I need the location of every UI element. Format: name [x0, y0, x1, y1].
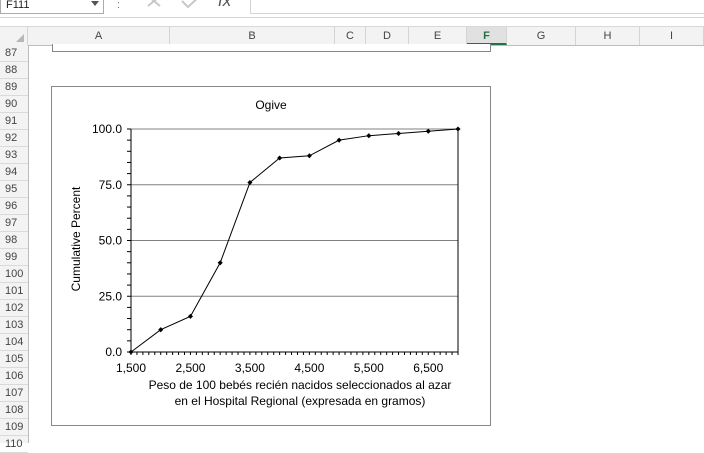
- row-header-87[interactable]: 87: [0, 45, 28, 62]
- row-header-94[interactable]: 94: [0, 164, 28, 181]
- y-tick-label: 75.0: [99, 178, 123, 192]
- row-header-99[interactable]: 99: [0, 249, 28, 266]
- row-header-89[interactable]: 89: [0, 79, 28, 96]
- row-header-92[interactable]: 92: [0, 130, 28, 147]
- x-tick-label: 3,500: [235, 361, 265, 375]
- row-header-103[interactable]: 103: [0, 317, 28, 334]
- row-header-102[interactable]: 102: [0, 300, 28, 317]
- column-header-i[interactable]: I: [640, 27, 704, 45]
- row-header-88[interactable]: 88: [0, 62, 28, 79]
- data-point: [455, 126, 461, 132]
- x-icon[interactable]: [147, 0, 161, 7]
- formula-buttons: fx: [134, 0, 248, 14]
- formula-input[interactable]: [250, 0, 704, 14]
- ogive-chart[interactable]: Ogive Cumulative Percent Peso de 100 beb…: [51, 86, 491, 426]
- column-header-b[interactable]: B: [170, 27, 335, 45]
- x-tick-label: 4,500: [294, 361, 324, 375]
- column-header: ABCDEFGHI: [0, 26, 704, 46]
- row-header-108[interactable]: 108: [0, 402, 28, 419]
- y-tick-label: 0.0: [105, 345, 122, 359]
- column-header-a[interactable]: A: [28, 27, 170, 45]
- column-header-h[interactable]: H: [576, 27, 640, 45]
- row-header-93[interactable]: 93: [0, 147, 28, 164]
- x-tick-label: 6,500: [413, 361, 443, 375]
- x-axis-label: Peso de 100 bebés recién nacidos selecci…: [149, 378, 452, 392]
- y-tick-label: 50.0: [99, 234, 123, 248]
- x-tick-label: 1,500: [116, 361, 146, 375]
- row-header-109[interactable]: 109: [0, 419, 28, 436]
- name-box[interactable]: F111: [0, 0, 104, 14]
- row-header-90[interactable]: 90: [0, 96, 28, 113]
- row-header-105[interactable]: 105: [0, 351, 28, 368]
- column-header-g[interactable]: G: [507, 27, 576, 45]
- fx-icon[interactable]: fx: [218, 0, 232, 10]
- x-tick-label: 2,500: [175, 361, 205, 375]
- row-header-100[interactable]: 100: [0, 266, 28, 283]
- row-header-106[interactable]: 106: [0, 368, 28, 385]
- column-header-c[interactable]: C: [335, 27, 366, 45]
- data-point: [187, 313, 194, 319]
- row-header-91[interactable]: 91: [0, 113, 28, 130]
- chevron-down-icon[interactable]: [91, 1, 99, 6]
- data-point: [336, 137, 342, 143]
- data-point: [395, 130, 402, 137]
- chart-title: Ogive: [255, 98, 287, 112]
- row-header-95[interactable]: 95: [0, 181, 28, 198]
- row-header-110[interactable]: 110: [0, 436, 28, 453]
- formula-bar-separator: :: [117, 0, 121, 11]
- y-tick-label: 25.0: [99, 289, 123, 303]
- x-axis-label-line-2: en el Hospital Regional (expresada en gr…: [175, 394, 426, 408]
- row-header-97[interactable]: 97: [0, 215, 28, 232]
- chart-canvas: Ogive Cumulative Percent Peso de 100 beb…: [69, 98, 461, 408]
- column-header-d[interactable]: D: [366, 27, 409, 45]
- select-all-corner[interactable]: [0, 27, 28, 45]
- name-box-value: F111: [6, 0, 30, 11]
- column-header-e[interactable]: E: [409, 27, 467, 45]
- data-point: [366, 133, 372, 139]
- data-point: [217, 260, 223, 266]
- row-header: 87 88 89 90 91 92 93 94 95 96 97 98 99 100 101 102 103 10…: [0, 45, 29, 453]
- previous-chart-object[interactable]: [52, 44, 491, 52]
- data-point: [306, 153, 312, 159]
- row-header-98[interactable]: 98: [0, 232, 28, 249]
- formula-bar: F111 : fx: [0, 0, 704, 18]
- x-tick-label: 5,500: [354, 361, 384, 375]
- y-axis-label: Cumulative Percent: [69, 186, 83, 291]
- row-header-107[interactable]: 107: [0, 385, 28, 402]
- row-header-96[interactable]: 96: [0, 198, 28, 215]
- row-header-104[interactable]: 104: [0, 334, 28, 351]
- row-header-101[interactable]: 101: [0, 283, 28, 300]
- column-header-f[interactable]: F: [467, 27, 507, 45]
- y-tick-label: 100.0: [92, 122, 122, 136]
- check-icon[interactable]: [181, 0, 200, 9]
